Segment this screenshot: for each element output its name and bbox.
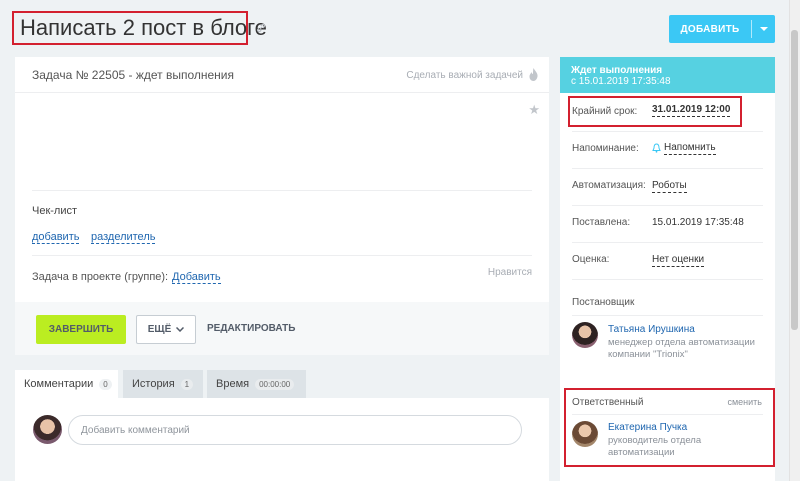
complete-button[interactable]: ЗАВЕРШИТЬ [36, 315, 126, 344]
bell-icon [652, 143, 661, 153]
task-title-box: Написать 2 пост в блоге [12, 11, 267, 45]
status-title: Ждет выполнения [571, 65, 663, 76]
automation-link[interactable]: Роботы [652, 180, 687, 193]
responsible-name[interactable]: Екатерина Пучка [608, 422, 687, 433]
tab-count: 0 [99, 378, 112, 390]
created-value: 15.01.2019 17:35:48 [652, 217, 744, 228]
divider [572, 414, 763, 415]
star-icon[interactable]: ★ [528, 102, 540, 118]
divider [572, 279, 763, 280]
make-important-link[interactable]: Сделать важной задачей [406, 70, 523, 81]
page-title: Написать 2 пост в блоге [20, 15, 267, 40]
checklist-add-link[interactable]: добавить [32, 231, 80, 244]
avatar[interactable] [572, 421, 598, 447]
comment-input[interactable]: Добавить комментарий [68, 415, 522, 445]
created-label: Поставлена: [572, 217, 631, 228]
tab-history[interactable]: История 1 [123, 370, 203, 398]
automation-label: Автоматизация: [572, 180, 646, 191]
divider [572, 315, 763, 316]
project-add-link[interactable]: Добавить [172, 271, 221, 284]
status-bar: Ждет выполнения с 15.01.2019 17:35:48 [560, 57, 775, 93]
add-button[interactable]: ДОБАВИТЬ [669, 15, 775, 43]
divider [572, 168, 763, 169]
task-number-status: Задача № 22505 - ждет выполнения [32, 68, 235, 82]
responsible-role: руководитель отдела автоматизации [608, 435, 702, 458]
rating-link[interactable]: Нет оценки [652, 254, 705, 267]
tab-label: История [132, 378, 175, 390]
tab-count: 1 [180, 378, 194, 390]
creator-role: менеджер отдела автоматизации компании "… [608, 337, 755, 360]
like-link[interactable]: Нравится [488, 267, 532, 278]
divider [32, 255, 532, 256]
add-button-label: ДОБАВИТЬ [680, 23, 740, 35]
reminder-label: Напоминание: [572, 143, 639, 154]
divider [572, 131, 763, 132]
task-sidebar: Ждет выполнения с 15.01.2019 17:35:48 Кр… [560, 57, 775, 481]
deadline-value[interactable]: 31.01.2019 12:00 [652, 104, 731, 117]
tab-time[interactable]: Время 00:00:00 [207, 370, 306, 398]
tab-count: 00:00:00 [255, 378, 295, 390]
creator-name[interactable]: Татьяна Ирушкина [608, 324, 695, 335]
reminder-link[interactable]: Напомнить [664, 142, 716, 155]
divider [32, 190, 532, 191]
rating-label: Оценка: [572, 254, 610, 265]
tab-label: Комментарии [24, 378, 94, 390]
comments-area: Добавить комментарий [15, 398, 549, 481]
scrollbar-thumb[interactable] [791, 30, 798, 330]
avatar[interactable] [572, 322, 598, 348]
task-card: Задача № 22505 - ждет выполнения Сделать… [15, 57, 549, 355]
task-header: Задача № 22505 - ждет выполнения Сделать… [15, 57, 549, 93]
creator-label: Постановщик [572, 297, 635, 308]
divider [572, 205, 763, 206]
more-button[interactable]: ЕЩЁ [136, 315, 196, 344]
divider [572, 242, 763, 243]
project-label: Задача в проекте (группе): [32, 271, 169, 283]
chevron-down-icon[interactable] [752, 26, 775, 32]
flame-icon[interactable] [529, 68, 538, 81]
responsible-label: Ответственный [572, 397, 644, 408]
tab-label: Время [216, 378, 250, 390]
avatar [33, 415, 62, 444]
checklist-separator-link[interactable]: разделитель [91, 231, 156, 244]
checklist-label: Чек-лист [32, 205, 78, 217]
actions-bar: ЗАВЕРШИТЬ ЕЩЁ РЕДАКТИРОВАТЬ [15, 302, 549, 355]
deadline-label: Крайний срок: [572, 106, 638, 117]
chevron-down-icon [176, 327, 185, 332]
status-since: с 15.01.2019 17:35:48 [571, 76, 671, 87]
tab-comments[interactable]: Комментарии 0 [15, 370, 118, 398]
change-responsible-link[interactable]: сменить [727, 397, 762, 407]
edit-button[interactable]: РЕДАКТИРОВАТЬ [207, 323, 295, 334]
link-icon[interactable] [256, 23, 266, 33]
more-button-label: ЕЩЁ [147, 324, 172, 335]
